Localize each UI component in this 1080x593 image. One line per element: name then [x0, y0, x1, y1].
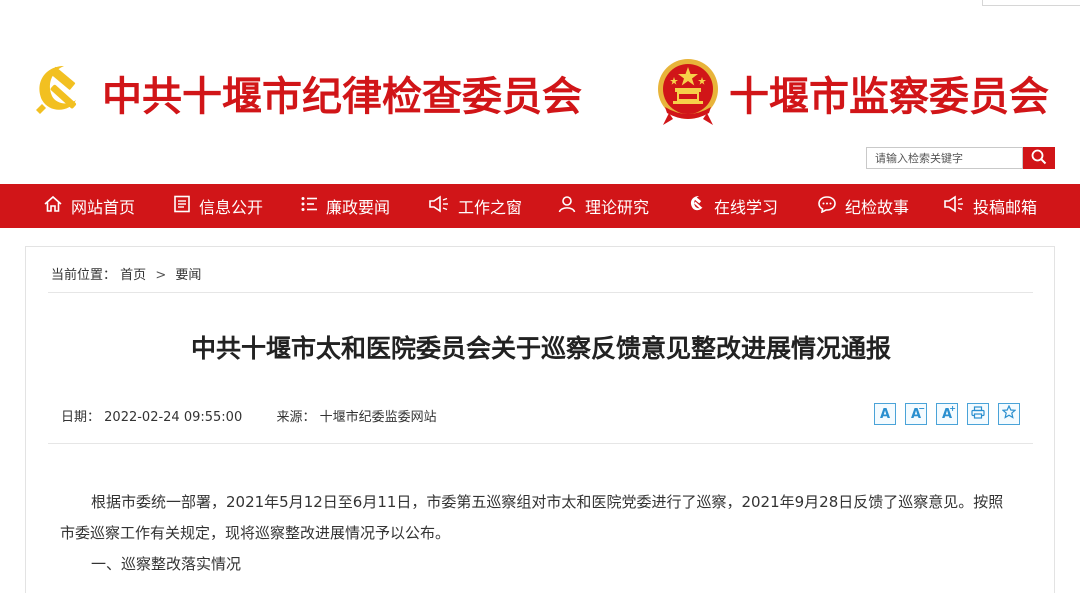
font-increase-button[interactable]: A +	[936, 403, 958, 425]
print-button[interactable]	[967, 403, 989, 425]
megaphone-icon	[428, 195, 458, 217]
breadcrumb: 当前位置： 首页 > 要闻	[51, 264, 201, 283]
nav-item-submission-mailbox[interactable]: 投稿邮箱	[943, 184, 1037, 228]
font-default-icon: A	[879, 406, 891, 422]
list-icon	[300, 195, 326, 217]
party-emblem-icon	[688, 195, 714, 217]
breadcrumb-news-link[interactable]: 要闻	[175, 268, 201, 283]
article-tools: A A − A +	[874, 403, 1029, 425]
top-right-frame-line	[982, 0, 1080, 6]
paragraph-line: 市委巡察工作有关规定，现将巡察整改进展情况予以公布。	[60, 524, 451, 542]
nav-label: 投稿邮箱	[973, 198, 1038, 217]
divider	[48, 443, 1033, 444]
search-icon	[1031, 149, 1047, 168]
article-panel: 当前位置： 首页 > 要闻 中共十堰市太和医院委员会关于巡察反馈意见整改进展情况…	[25, 246, 1055, 593]
document-icon	[173, 195, 199, 217]
section-heading: 一、巡察整改落实情况	[91, 555, 242, 573]
right-site-title: 十堰市监察委员会	[729, 73, 1049, 120]
user-icon	[557, 195, 585, 217]
national-emblem-icon	[655, 55, 721, 131]
divider	[48, 292, 1033, 293]
nav-label: 在线学习	[714, 198, 779, 217]
paragraph-line: 根据市委统一部署，2021年5月12日至6月11日，市委第五巡察组对市太和医院党…	[91, 493, 1004, 511]
publish-date: 2022-02-24 09:55:00	[104, 410, 243, 425]
breadcrumb-home-link[interactable]: 首页	[120, 268, 146, 283]
nav-label: 廉政要闻	[326, 198, 391, 217]
nav-label: 工作之窗	[458, 198, 523, 217]
breadcrumb-prefix: 当前位置：	[51, 268, 117, 283]
plus-mark: +	[949, 404, 956, 413]
article-source: 十堰市纪委监委网站	[319, 410, 437, 425]
main-nav: 网站首页 信息公开 廉政要闻 工作之窗 理论研究 在线学习 纪检故事 投稿邮箱	[0, 184, 1080, 228]
brand-left[interactable]: 中共十堰市纪律检查委员会	[28, 60, 582, 126]
print-icon	[971, 405, 985, 423]
font-default-button[interactable]: A	[874, 403, 896, 425]
nav-label: 理论研究	[585, 198, 650, 217]
nav-item-theory-research[interactable]: 理论研究	[557, 184, 649, 228]
site-search	[866, 147, 1055, 169]
nav-item-work-window[interactable]: 工作之窗	[428, 184, 522, 228]
nav-label: 信息公开	[199, 198, 264, 217]
brand-right[interactable]: 十堰市监察委员会	[655, 55, 1049, 131]
minus-mark: −	[918, 404, 925, 413]
favorite-button[interactable]	[998, 403, 1020, 425]
left-site-title: 中共十堰市纪律检查委员会	[102, 73, 582, 120]
article-title: 中共十堰市太和医院委员会关于巡察反馈意见整改进展情况通报	[190, 334, 891, 363]
chat-icon	[817, 195, 845, 217]
nav-label: 纪检故事	[845, 198, 910, 217]
article-meta: 日期： 2022-02-24 09:55:00 来源： 十堰市纪委监委网站	[61, 406, 437, 425]
party-emblem-icon	[28, 60, 90, 126]
breadcrumb-separator: >	[155, 268, 167, 283]
nav-label: 网站首页	[71, 198, 136, 217]
home-icon	[43, 195, 71, 217]
nav-item-home[interactable]: 网站首页	[43, 184, 135, 228]
search-input[interactable]	[866, 147, 1023, 169]
date-label: 日期：	[61, 410, 101, 425]
source-label: 来源：	[276, 410, 316, 425]
font-decrease-button[interactable]: A −	[905, 403, 927, 425]
nav-item-info-disclosure[interactable]: 信息公开	[173, 184, 263, 228]
article-body: 根据市委统一部署，2021年5月12日至6月11日，市委第五巡察组对市太和医院党…	[60, 487, 1025, 580]
search-button[interactable]	[1023, 147, 1055, 169]
megaphone-icon	[943, 195, 973, 217]
nav-item-clean-gov-news[interactable]: 廉政要闻	[300, 184, 390, 228]
paragraph: 根据市委统一部署，2021年5月12日至6月11日，市委第五巡察组对市太和医院党…	[60, 487, 1025, 549]
favorite-star-icon	[1001, 404, 1017, 423]
nav-item-discipline-stories[interactable]: 纪检故事	[817, 184, 909, 228]
nav-item-online-learning[interactable]: 在线学习	[688, 184, 778, 228]
